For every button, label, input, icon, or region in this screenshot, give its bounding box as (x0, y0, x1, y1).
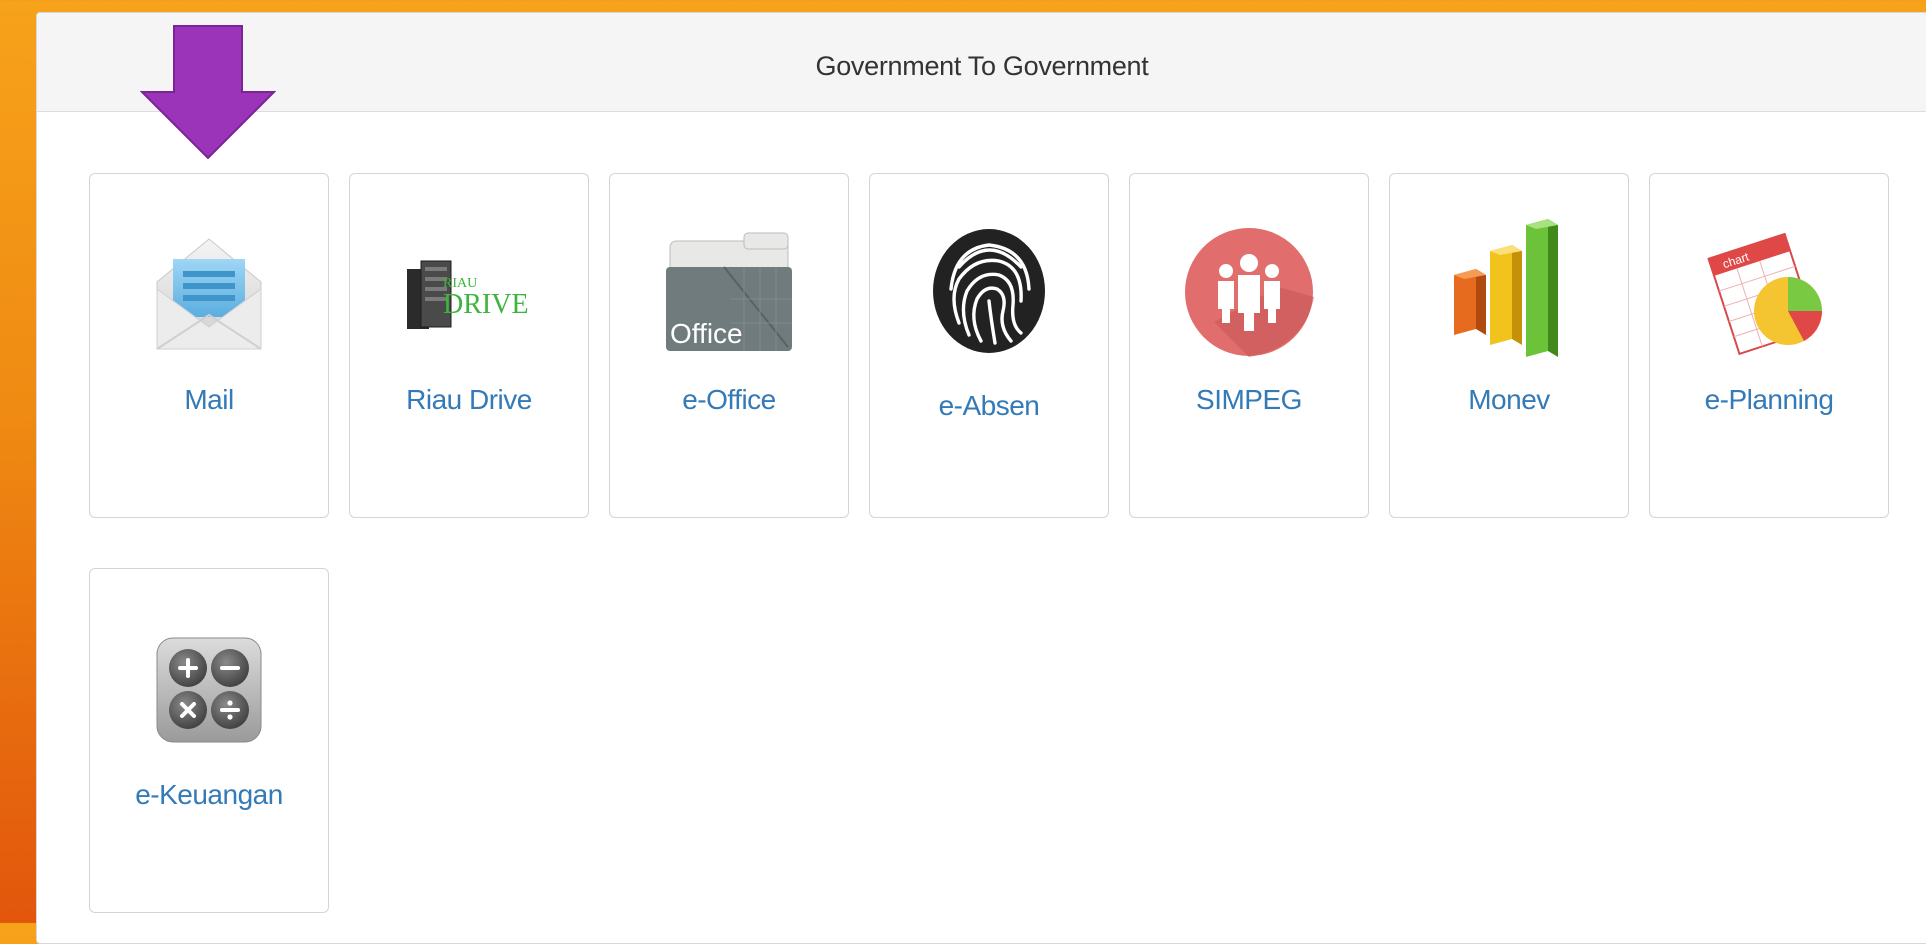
app-label-monev: Monev (1468, 384, 1550, 415)
app-tile-riau-drive[interactable]: RIAU DRIVE Riau Drive (349, 173, 589, 518)
app-label-mail: Mail (184, 384, 234, 415)
app-tile-e-absen[interactable]: e-Absen (869, 173, 1109, 518)
app-label-e-planning: e-Planning (1704, 384, 1834, 415)
app-label-e-keuangan: e-Keuangan (135, 779, 283, 810)
app-tile-monev[interactable]: Monev (1389, 173, 1629, 518)
app-label-e-absen: e-Absen (938, 390, 1040, 421)
app-tile-simpeg[interactable]: SIMPEG (1129, 173, 1369, 518)
bar-chart-icon (1454, 219, 1558, 357)
arrow-down-icon (140, 25, 276, 160)
app-label-simpeg: SIMPEG (1196, 384, 1302, 415)
app-tile-mail[interactable]: Mail (89, 173, 329, 518)
app-tile-e-keuangan[interactable]: e-Keuangan (89, 568, 329, 913)
app-label-riau-drive: Riau Drive (406, 384, 532, 415)
mail-icon (156, 238, 262, 350)
svg-text:Office: Office (670, 318, 743, 349)
pie-chart-icon: chart (1707, 232, 1822, 356)
app-tile-e-office[interactable]: Office e-Office (609, 173, 849, 518)
g2g-panel: Government To Government Mail RIAU DRIVE… (36, 12, 1926, 944)
svg-text:DRIVE: DRIVE (443, 289, 529, 320)
app-tile-e-planning[interactable]: chart e-Planning (1649, 173, 1889, 518)
calculator-icon (156, 637, 262, 743)
riau-drive-icon: RIAU DRIVE (407, 260, 529, 329)
folder-icon: Office (666, 232, 792, 351)
people-icon (1185, 228, 1314, 357)
app-label-e-office: e-Office (682, 384, 776, 415)
panel-title: Government To Government (815, 51, 1149, 81)
fingerprint-icon (933, 229, 1045, 353)
panel-header: Government To Government (37, 13, 1926, 112)
